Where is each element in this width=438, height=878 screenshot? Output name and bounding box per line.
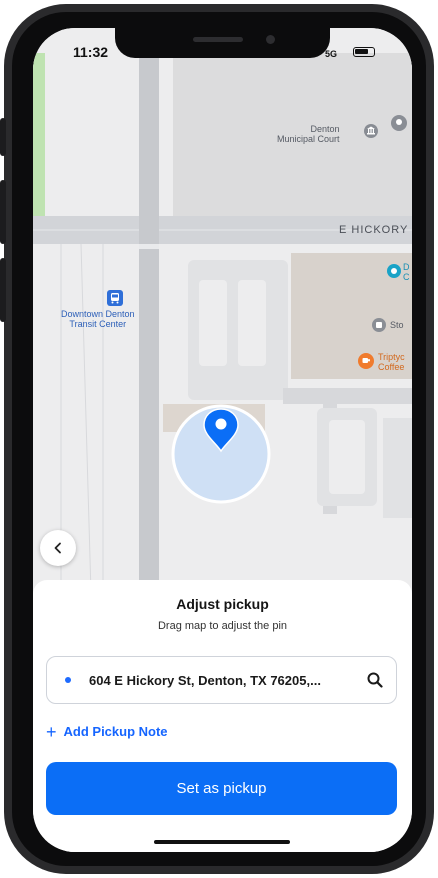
poi-icon [387,264,401,278]
phone-screen: Denton Municipal Court E HICKORY Downtow… [33,28,412,852]
street-label: E HICKORY [339,224,409,236]
bottom-sheet: Adjust pickup Drag map to adjust the pin… [33,580,412,852]
courthouse-icon [364,124,378,138]
add-pickup-note-label: Add Pickup Note [63,724,168,739]
bus-icon [107,290,123,306]
address-text: 604 E Hickory St, Denton, TX 76205,... [89,672,321,688]
add-pickup-note-link[interactable]: + Add Pickup Note [46,721,168,742]
store-label: Sto [390,320,404,330]
home-indicator[interactable] [154,840,290,844]
search-icon[interactable] [366,671,384,689]
map-view[interactable]: Denton Municipal Court E HICKORY Downtow… [33,28,412,593]
coffee-icon [358,353,374,369]
set-as-pickup-button[interactable]: Set as pickup [46,762,397,815]
notch [115,28,330,58]
coffee-label: Triptyc Coffee [378,352,405,372]
transit-center-label: Downtown Denton Transit Center [61,309,135,329]
poi-label: D C [403,262,410,282]
store-icon [372,318,386,332]
sheet-subtitle: Drag map to adjust the pin [157,620,288,632]
plus-icon: + [46,721,57,742]
pickup-pin-icon[interactable] [202,407,240,453]
sheet-title: Adjust pickup [176,596,269,612]
address-field[interactable]: 604 E Hickory St, Denton, TX 76205,... [46,656,397,704]
chevron-left-icon [54,542,61,554]
battery-icon [353,47,375,57]
volume-up-button [0,180,6,244]
volume-down-button [0,258,6,322]
back-button[interactable] [40,530,76,566]
status-time: 11:32 [73,44,109,60]
front-camera [266,35,275,44]
location-dot-icon [65,677,71,683]
network-indicator: 5G [325,49,338,59]
speaker-grille [193,37,243,42]
mute-switch [0,118,6,156]
location-marker-icon [391,115,407,131]
court-label: Denton Municipal Court [277,124,340,144]
